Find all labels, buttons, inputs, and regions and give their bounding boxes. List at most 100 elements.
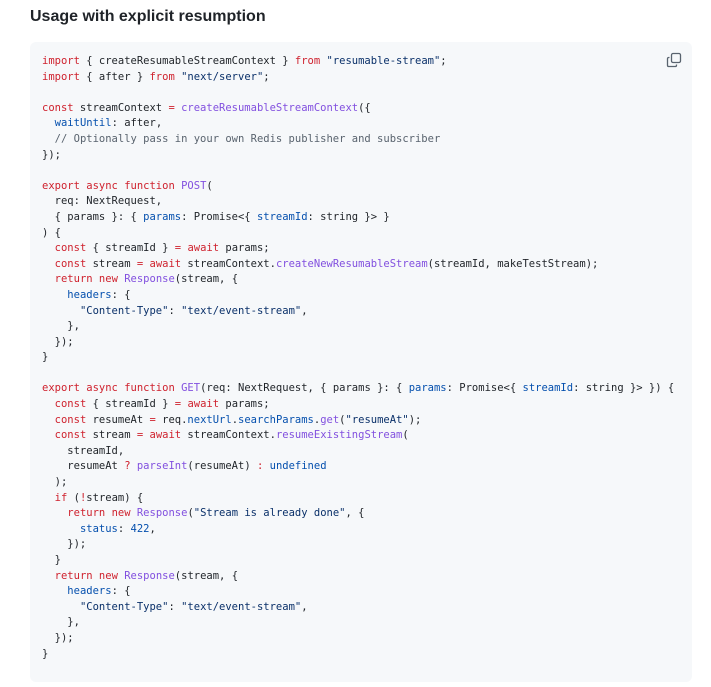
- code-line: export async function GET(req: NextReque…: [42, 381, 674, 397]
- code-token: "Stream is already done": [193, 507, 346, 520]
- code-line: }: [42, 350, 674, 366]
- code-token: ({: [358, 101, 371, 114]
- code-token: : Promise<{: [181, 210, 257, 223]
- code-line: import { createResumableStreamContext } …: [42, 54, 674, 70]
- code-line: headers: {: [42, 584, 674, 600]
- code-token: POST: [181, 179, 207, 192]
- code-line: return new Response("Stream is already d…: [42, 506, 674, 522]
- code-token: : after,: [111, 117, 163, 130]
- code-token: );: [408, 413, 422, 426]
- code-token: async: [86, 382, 118, 395]
- code-token: from: [149, 70, 175, 83]
- code-token: Response: [124, 569, 175, 582]
- code-token: (streamId, makeTestStream);: [427, 257, 599, 270]
- code-line: headers: {: [42, 288, 674, 304]
- code-token: (req: NextRequest, { params }: {: [200, 382, 409, 395]
- code-token: });: [42, 538, 87, 551]
- code-token: const: [54, 242, 87, 255]
- code-line: });: [42, 631, 674, 647]
- code-token: GET: [181, 382, 201, 395]
- code-token: const: [54, 257, 87, 270]
- code-line: return new Response(stream, {: [42, 569, 674, 585]
- code-content: import { createResumableStreamContext } …: [42, 54, 674, 662]
- code-token: ;: [440, 55, 447, 67]
- code-line: }: [42, 553, 674, 569]
- code-token: from: [294, 55, 321, 67]
- code-token: waitUntil: [54, 117, 112, 130]
- code-token: 422: [130, 522, 150, 535]
- code-token: :: [168, 304, 182, 317]
- code-line: });: [42, 335, 674, 351]
- code-line: const { streamId } = await params;: [42, 397, 674, 413]
- code-token: const: [54, 429, 87, 442]
- code-token: resumeExistingStream: [275, 429, 403, 442]
- code-token: // Optionally pass in your own Redis pub…: [54, 132, 441, 145]
- code-token: new: [111, 507, 131, 520]
- code-token: ) {: [42, 226, 61, 239]
- code-line: req: NextRequest,: [42, 194, 674, 210]
- code-token: import: [42, 55, 80, 67]
- code-line: });: [42, 148, 674, 164]
- code-token: new: [98, 273, 118, 286]
- code-line: const streamContext = createResumableStr…: [42, 101, 674, 117]
- code-token: Response: [136, 507, 188, 520]
- code-token: "Content-Type": [79, 304, 169, 317]
- code-token: export: [42, 382, 80, 395]
- code-token: streamId: [522, 382, 574, 395]
- code-line: const { streamId } = await params;: [42, 241, 674, 257]
- code-token: ,: [301, 304, 308, 317]
- code-token: { streamId }: [86, 242, 175, 255]
- code-token: import: [42, 70, 80, 83]
- code-token: , {: [345, 507, 365, 520]
- code-token: new: [98, 569, 118, 582]
- code-token: status: [79, 522, 118, 535]
- code-token: streamContext.: [181, 429, 276, 442]
- code-token: function: [124, 382, 175, 395]
- code-token: if: [54, 491, 68, 504]
- code-token: createResumableStreamContext: [181, 101, 359, 114]
- code-token: function: [124, 179, 175, 192]
- code-token: return: [54, 273, 93, 286]
- code-token: return: [54, 569, 93, 582]
- code-token: stream) {: [86, 491, 144, 504]
- code-line: if (!stream) {: [42, 491, 674, 507]
- code-token: "Content-Type": [79, 600, 169, 613]
- code-line: const stream = await streamContext.creat…: [42, 257, 674, 273]
- code-token: }: [42, 647, 49, 660]
- code-token: headers: [67, 288, 112, 301]
- code-token: resumeAt: [42, 460, 125, 473]
- code-token: :: [117, 522, 131, 535]
- code-token: : string }> }) {: [573, 382, 675, 395]
- code-token: const: [54, 413, 87, 426]
- code-line: status: 422,: [42, 522, 674, 538]
- code-token: streamContext: [73, 101, 169, 114]
- code-token: : {: [111, 288, 131, 301]
- code-token: stream: [86, 429, 137, 442]
- code-line: import { after } from "next/server";: [42, 70, 674, 86]
- code-line: streamId,: [42, 444, 674, 460]
- code-token: resumeAt: [86, 413, 150, 426]
- code-line: // Optionally pass in your own Redis pub…: [42, 132, 674, 148]
- code-token: params: [408, 382, 447, 395]
- code-token: : Promise<{: [446, 382, 523, 395]
- code-line: }: [42, 647, 674, 663]
- code-token: "next/server": [181, 70, 264, 83]
- code-token: async: [86, 179, 118, 192]
- code-token: (stream, {: [174, 273, 239, 286]
- code-line: const stream = await streamContext.resum…: [42, 428, 674, 444]
- code-token: stream: [86, 257, 137, 270]
- code-token: "text/event-stream": [181, 600, 302, 613]
- code-token: headers: [67, 585, 112, 598]
- code-token: (: [206, 179, 213, 192]
